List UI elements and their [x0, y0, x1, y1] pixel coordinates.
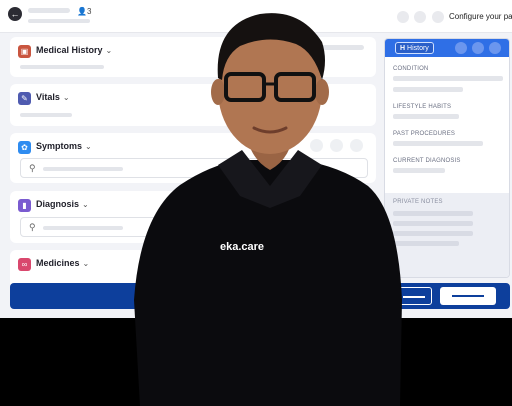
chevron-down-icon: ⌄ — [62, 93, 70, 102]
diagnosis-title[interactable]: Diagnosis ⌄ — [36, 199, 89, 209]
panel-tab-button[interactable] — [489, 42, 501, 54]
panel-tab-button[interactable] — [455, 42, 467, 54]
chevron-down-icon: ⌄ — [82, 259, 90, 268]
vitals-icon: ✎ — [18, 92, 31, 105]
search-icon: ⚲ — [29, 222, 36, 232]
medicines-icon: ∞ — [18, 258, 31, 271]
medical-history-icon: ▣ — [18, 45, 31, 58]
patient-meta-placeholder — [28, 19, 90, 23]
search-icon: ⚲ — [29, 163, 36, 173]
doctor-portrait — [134, 13, 402, 406]
patient-name-placeholder — [28, 8, 70, 13]
primary-action-button[interactable] — [440, 287, 496, 305]
chevron-down-icon: ⌄ — [85, 142, 92, 151]
symptoms-title[interactable]: Symptoms ⌄ — [36, 141, 92, 151]
back-arrow-icon[interactable]: ← — [8, 7, 22, 21]
chevron-down-icon: ⌄ — [82, 200, 89, 209]
diagnosis-icon: ▮ — [18, 199, 31, 212]
shirt-logo: eka.care — [220, 241, 265, 253]
symptoms-icon: ✿ — [18, 141, 31, 154]
panel-tab-button[interactable] — [472, 42, 484, 54]
vitals-placeholder — [20, 113, 72, 117]
person-icon: 👤 — [77, 7, 87, 16]
history-placeholder — [20, 65, 104, 69]
patient-count: 👤3 — [77, 7, 92, 16]
configure-pad-link[interactable]: Configure your pad — [449, 12, 512, 21]
vitals-title[interactable]: Vitals ⌄ — [36, 92, 70, 102]
medicines-title[interactable]: Medicines ⌄ — [36, 258, 89, 268]
